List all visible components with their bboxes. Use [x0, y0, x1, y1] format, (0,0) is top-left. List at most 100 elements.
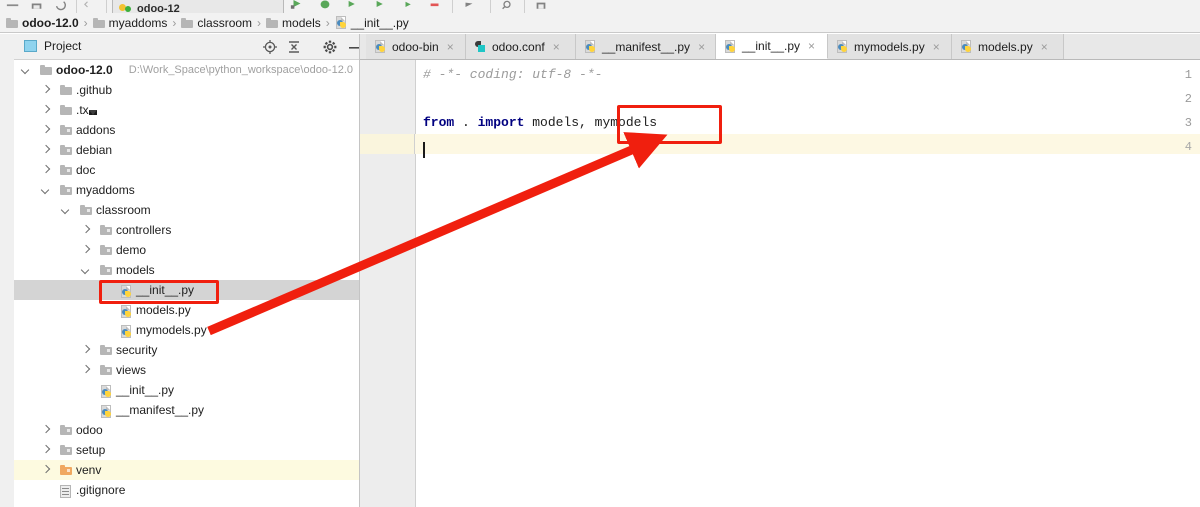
- breadcrumb-item-odoo-12.0[interactable]: odoo-12.0: [6, 13, 79, 33]
- run-with-icon[interactable]: [402, 0, 416, 11]
- tree-row[interactable]: venv: [14, 460, 359, 480]
- close-icon[interactable]: ×: [447, 41, 454, 53]
- sync-icon[interactable]: [54, 0, 68, 11]
- tree-row[interactable]: debian: [14, 140, 359, 160]
- tree-row[interactable]: controllers: [14, 220, 359, 240]
- chevron-right-icon[interactable]: [42, 446, 50, 454]
- chevron-right-icon[interactable]: [42, 146, 50, 154]
- editor-tab-__manifest__.py[interactable]: __manifest__.py ×: [576, 34, 716, 59]
- settings-gear-icon[interactable]: [322, 39, 338, 55]
- stop-icon[interactable]: [428, 0, 442, 11]
- left-tool-strip: 1: Project 7: Structure: [0, 34, 15, 507]
- tree-row[interactable]: .tx: [14, 100, 359, 120]
- line-number: 1: [1184, 68, 1192, 82]
- tree-row-label: .tx: [76, 103, 89, 117]
- close-icon[interactable]: ×: [698, 41, 705, 53]
- save-all-icon[interactable]: [30, 0, 44, 11]
- tree-row[interactable]: odoo-12.0 D:\Work_Space\python_workspace\…: [14, 60, 359, 80]
- python-file-icon: [335, 16, 347, 29]
- tree-row-label: myaddoms: [76, 183, 135, 197]
- save-icon[interactable]: [534, 0, 548, 11]
- close-icon[interactable]: ×: [933, 41, 940, 53]
- tree-row[interactable]: doc: [14, 160, 359, 180]
- profile-icon[interactable]: [374, 0, 388, 11]
- folder-icon: [266, 17, 279, 28]
- tree-row[interactable]: __manifest__.py: [14, 400, 359, 420]
- tree-row[interactable]: views: [14, 360, 359, 380]
- tree-row[interactable]: __init__.py: [14, 380, 359, 400]
- editor-tab-label: __manifest__.py: [602, 39, 691, 54]
- tree-row[interactable]: security: [14, 340, 359, 360]
- locate-icon[interactable]: [262, 39, 278, 55]
- chevron-right-icon[interactable]: [42, 106, 50, 114]
- tree-row[interactable]: models: [14, 260, 359, 280]
- tree-row-label: .gitignore: [76, 483, 126, 497]
- breadcrumb-item-classroom[interactable]: classroom: [181, 13, 252, 33]
- breadcrumb-item-label: classroom: [197, 15, 253, 30]
- tree-row[interactable]: addons: [14, 120, 359, 140]
- breadcrumb-item-myaddoms[interactable]: myaddoms: [92, 13, 167, 33]
- editor-gutter: [360, 60, 416, 507]
- project-view-icon: [24, 40, 37, 52]
- chevron-right-icon[interactable]: [82, 366, 90, 374]
- run-icon[interactable]: [290, 0, 304, 11]
- python-file-icon: [100, 385, 112, 398]
- tree-init-file-highlight: [99, 280, 219, 304]
- tree-row[interactable]: myaddoms: [14, 180, 359, 200]
- undo-icon[interactable]: [84, 0, 98, 11]
- close-icon[interactable]: ×: [808, 40, 815, 52]
- code-editor[interactable]: 1 2 3 4 # -*- coding: utf-8 -*- from . impor…: [360, 60, 1200, 507]
- chevron-down-icon[interactable]: [62, 206, 70, 214]
- breadcrumb: odoo-12.0 › myaddoms › classroom › models › __in…: [0, 13, 1200, 33]
- python-file-icon: [724, 39, 736, 53]
- close-icon[interactable]: ×: [1041, 41, 1048, 53]
- chevron-right-icon[interactable]: [42, 166, 50, 174]
- editor-tab-__init__.py[interactable]: __init__.py ×: [716, 34, 828, 59]
- editor-tab-odoo-bin[interactable]: odoo-bin ×: [366, 34, 466, 59]
- tree-row-label: __manifest__.py: [116, 403, 205, 417]
- tree-row[interactable]: odoo: [14, 420, 359, 440]
- line-number: 3: [1184, 116, 1192, 130]
- chevron-right-icon[interactable]: [82, 346, 90, 354]
- search-icon[interactable]: [500, 0, 514, 11]
- tree-row[interactable]: .gitignore: [14, 480, 359, 500]
- editor-tab-odoo.conf[interactable]: odoo.conf ×: [466, 34, 576, 59]
- tree-row[interactable]: mymodels.py: [14, 320, 359, 340]
- chevron-right-icon[interactable]: [42, 86, 50, 94]
- chevron-right-icon[interactable]: [42, 126, 50, 134]
- folder-module-icon: [100, 365, 112, 375]
- conf-file-icon: [474, 40, 486, 53]
- tree-row[interactable]: .github: [14, 80, 359, 100]
- open-folder-icon[interactable]: [6, 0, 20, 11]
- collapse-all-icon[interactable]: [286, 39, 302, 55]
- chevron-down-icon[interactable]: [22, 66, 30, 74]
- tree-row-label: views: [116, 363, 147, 377]
- folder-module-icon: [60, 185, 72, 195]
- run-coverage-icon[interactable]: [346, 0, 360, 11]
- attach-icon[interactable]: [462, 0, 476, 11]
- line-number: 4: [1184, 140, 1192, 154]
- breadcrumb-item-models[interactable]: models: [266, 13, 321, 33]
- folder-module-icon: [100, 265, 112, 275]
- tree-row-label: venv: [76, 463, 102, 477]
- chevron-right-icon[interactable]: [42, 426, 50, 434]
- close-icon[interactable]: ×: [553, 41, 560, 53]
- chevron-right-icon[interactable]: [42, 466, 50, 474]
- chevron-down-icon[interactable]: [82, 266, 90, 274]
- chevron-down-icon[interactable]: [42, 186, 50, 194]
- tree-row[interactable]: demo: [14, 240, 359, 260]
- tree-row[interactable]: classroom: [14, 200, 359, 220]
- editor-tab-mymodels.py[interactable]: mymodels.py ×: [828, 34, 952, 59]
- breadcrumb-item-label: odoo-12.0: [22, 15, 79, 30]
- debug-icon[interactable]: [318, 0, 332, 11]
- folder-icon: [60, 105, 72, 115]
- editor-tab-bar: odoo-bin × odoo.conf × __manifest__.py × __ini…: [360, 34, 1200, 60]
- tree-row[interactable]: setup: [14, 440, 359, 460]
- chevron-right-icon[interactable]: [82, 226, 90, 234]
- editor-tab-label: mymodels.py: [854, 39, 925, 54]
- breadcrumb-item-__init__.py[interactable]: __init__.py: [335, 13, 409, 33]
- editor-tab-models.py[interactable]: models.py ×: [952, 34, 1064, 59]
- chevron-right-icon[interactable]: [82, 246, 90, 254]
- editor-tab-label: __init__.py: [742, 39, 801, 53]
- tree-row-label: addons: [76, 123, 116, 137]
